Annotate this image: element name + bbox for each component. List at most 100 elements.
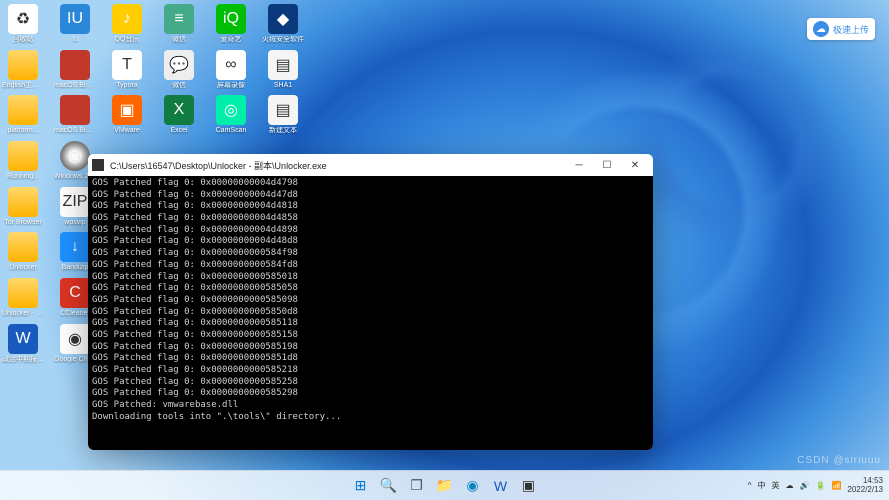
app-camera-icon: ◎ — [216, 95, 246, 125]
zip-wpsvip-icon: ZIP — [60, 187, 90, 217]
folder-tor[interactable]: Tor Browser — [4, 187, 42, 227]
iso-windows-icon: ◉ — [60, 141, 90, 171]
app-wm-icon: ≡ — [164, 4, 194, 34]
app-excel-icon: X — [164, 95, 194, 125]
clock[interactable]: 14:53 2022/2/13 — [847, 477, 883, 495]
app-qq[interactable]: ♪ QQ音乐 — [108, 4, 146, 44]
terminal-window[interactable]: C:\Users\16547\Desktop\Unlocker - 副本\Unl… — [88, 154, 653, 450]
app-wm2-icon: 💬 — [164, 50, 194, 80]
tray-icon-2[interactable]: 英 — [772, 480, 780, 491]
taskbar-search-icon[interactable]: 🔍 — [377, 474, 401, 498]
app-camera[interactable]: ◎ CamScan — [212, 95, 250, 135]
tray-icon-1[interactable]: 中 — [758, 480, 766, 491]
folder-platform[interactable]: platform... — [4, 95, 42, 135]
app-hs[interactable]: ∞ 屏幕录像 — [212, 50, 250, 90]
folder-english[interactable]: English工作文件夹 — [4, 50, 42, 90]
folder-macos1-label: macOS Big Sur 2022 ... — [54, 82, 96, 90]
folder-macos2[interactable]: macOS Big Sur 2022 ... — [56, 95, 94, 135]
folder-platform-label: platform... — [7, 127, 38, 135]
system-tray[interactable]: ^ 中英 ☁ 🔊 🔋 📶 — [748, 480, 842, 491]
app-iu-icon: IU — [60, 4, 90, 34]
folder-english-label: English工作文件夹 — [2, 82, 44, 90]
app-pr[interactable]: ◆火绒安全软件 — [264, 4, 302, 44]
app-typora-icon: T — [112, 50, 142, 80]
watermark: CSDN @siriuuu — [797, 455, 881, 466]
taskbar-word-icon[interactable]: W — [489, 474, 513, 498]
zip-wpsvip-label: wpsvip — [64, 219, 85, 227]
folder-tor-label: Tor Browser — [4, 219, 41, 227]
folder-unlocker1-icon — [8, 232, 38, 262]
app-iqiyi-label: 爱奇艺 — [221, 36, 242, 44]
app-ccleaner-label: CCleaner — [60, 310, 90, 318]
app-vmware-label: VMware — [114, 127, 140, 135]
titlebar[interactable]: C:\Users\16547\Desktop\Unlocker - 副本\Unl… — [88, 154, 653, 176]
app-iu[interactable]: IU Iu — [56, 4, 94, 44]
maximize-button[interactable]: ☐ — [593, 154, 621, 176]
app-camera-label: CamScan — [216, 127, 247, 135]
app-qq-label: QQ音乐 — [115, 36, 140, 44]
file-shell[interactable]: ▤SHA1 — [264, 50, 302, 90]
app-wm-label: 微信 — [172, 36, 186, 44]
taskbar-right: ^ 中英 ☁ 🔊 🔋 📶 14:53 2022/2/13 — [748, 477, 883, 495]
app-excel-label: Excel — [170, 127, 187, 135]
file-txt-label: 新建文本 — [269, 127, 297, 135]
app-word-label: 政治中期报告20... — [2, 356, 44, 364]
app-icon — [92, 159, 104, 171]
recycle-bin-icon: ♻ — [8, 4, 38, 34]
app-excel[interactable]: X Excel — [160, 95, 198, 135]
folder-running-label: Running... — [7, 173, 39, 181]
app-wm[interactable]: ≡ 微信 — [160, 4, 198, 44]
taskbar-terminal-icon[interactable]: ▣ — [517, 474, 541, 498]
folder-unlocker2[interactable]: Unlocker - 副本 — [4, 278, 42, 318]
taskbar[interactable]: ⊞🔍❐📁◉W▣ ^ 中英 ☁ 🔊 🔋 📶 14:53 2022/2/13 — [0, 470, 889, 500]
app-word[interactable]: W 政治中期报告20... — [4, 324, 42, 364]
app-qq-icon: ♪ — [112, 4, 142, 34]
tray-icon-0[interactable]: ^ — [748, 481, 752, 490]
tray-icon-3[interactable]: ☁ — [786, 481, 794, 490]
tray-icon-6[interactable]: 📶 — [831, 481, 841, 490]
app-hs-icon: ∞ — [216, 50, 246, 80]
folder-unlocker1-label: Unlocker — [9, 264, 37, 272]
folder-unlocker2-label: Unlocker - 副本 — [2, 310, 44, 318]
taskbar-task-view-icon[interactable]: ❐ — [405, 474, 429, 498]
upload-label: 极速上传 — [833, 23, 869, 36]
file-shell-icon: ▤ — [268, 50, 298, 80]
app-hs-label: 屏幕录像 — [217, 82, 245, 90]
app-iu-label: Iu — [72, 36, 78, 44]
close-button[interactable]: ✕ — [621, 154, 649, 176]
taskbar-explorer-icon[interactable]: 📁 — [433, 474, 457, 498]
app-word-icon: W — [8, 324, 38, 354]
folder-unlocker1[interactable]: Unlocker — [4, 232, 42, 272]
app-pr-icon: ◆ — [268, 4, 298, 34]
file-txt[interactable]: ▤ 新建文本 — [264, 95, 302, 135]
app-ccleaner-icon: C — [60, 278, 90, 308]
app-iqiyi[interactable]: iQ 爱奇艺 — [212, 4, 250, 44]
recycle-bin[interactable]: ♻ 回收站 — [4, 4, 42, 44]
folder-unlocker2-icon — [8, 278, 38, 308]
terminal-output[interactable]: GOS Patched flag 0: 0x00000000004d4798 G… — [88, 176, 653, 450]
tray-icon-4[interactable]: 🔊 — [800, 481, 810, 490]
upload-button[interactable]: ☁ 极速上传 — [807, 18, 875, 40]
minimize-button[interactable]: ─ — [565, 154, 593, 176]
tray-icon-5[interactable]: 🔋 — [815, 481, 825, 490]
recycle-bin-label: 回收站 — [13, 36, 34, 44]
app-typora-label: Typora — [116, 82, 137, 90]
app-vmware-icon: ▣ — [112, 95, 142, 125]
folder-macos1-icon — [60, 50, 90, 80]
file-txt-icon: ▤ — [268, 95, 298, 125]
window-title: C:\Users\16547\Desktop\Unlocker - 副本\Unl… — [110, 159, 565, 172]
folder-macos1[interactable]: macOS Big Sur 2022 ... — [56, 50, 94, 90]
app-bandizip-label: Bandizip — [62, 264, 89, 272]
app-vmware[interactable]: ▣ VMware — [108, 95, 146, 135]
app-typora[interactable]: T Typora — [108, 50, 146, 90]
taskbar-start-icon[interactable]: ⊞ — [349, 474, 373, 498]
app-wm2[interactable]: 💬微信 — [160, 50, 198, 90]
app-chrome-icon: ◉ — [60, 324, 90, 354]
window-controls: ─ ☐ ✕ — [565, 154, 649, 176]
folder-english-icon — [8, 50, 38, 80]
taskbar-edge-icon[interactable]: ◉ — [461, 474, 485, 498]
folder-macos2-label: macOS Big Sur 2022 ... — [54, 127, 96, 135]
app-iqiyi-icon: iQ — [216, 4, 246, 34]
folder-platform-icon — [8, 95, 38, 125]
folder-running[interactable]: Running... — [4, 141, 42, 181]
